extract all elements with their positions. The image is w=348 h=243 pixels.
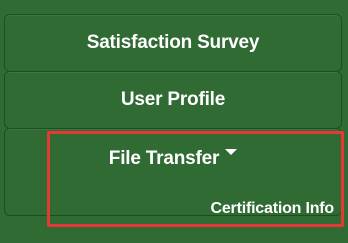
navigation-menu: Satisfaction Survey User Profile File Tr… bbox=[0, 0, 348, 243]
satisfaction-survey-label: Satisfaction Survey bbox=[86, 32, 260, 53]
satisfaction-survey-button[interactable]: Satisfaction Survey bbox=[4, 14, 342, 72]
file-transfer-label: File Transfer bbox=[108, 148, 220, 169]
certification-info-menu-item[interactable]: Certification Info bbox=[50, 196, 340, 222]
certification-info-label: Certification Info bbox=[210, 200, 334, 217]
caret-down-icon bbox=[225, 149, 238, 155]
user-profile-label: User Profile bbox=[120, 89, 226, 110]
user-profile-button[interactable]: User Profile bbox=[4, 71, 342, 129]
